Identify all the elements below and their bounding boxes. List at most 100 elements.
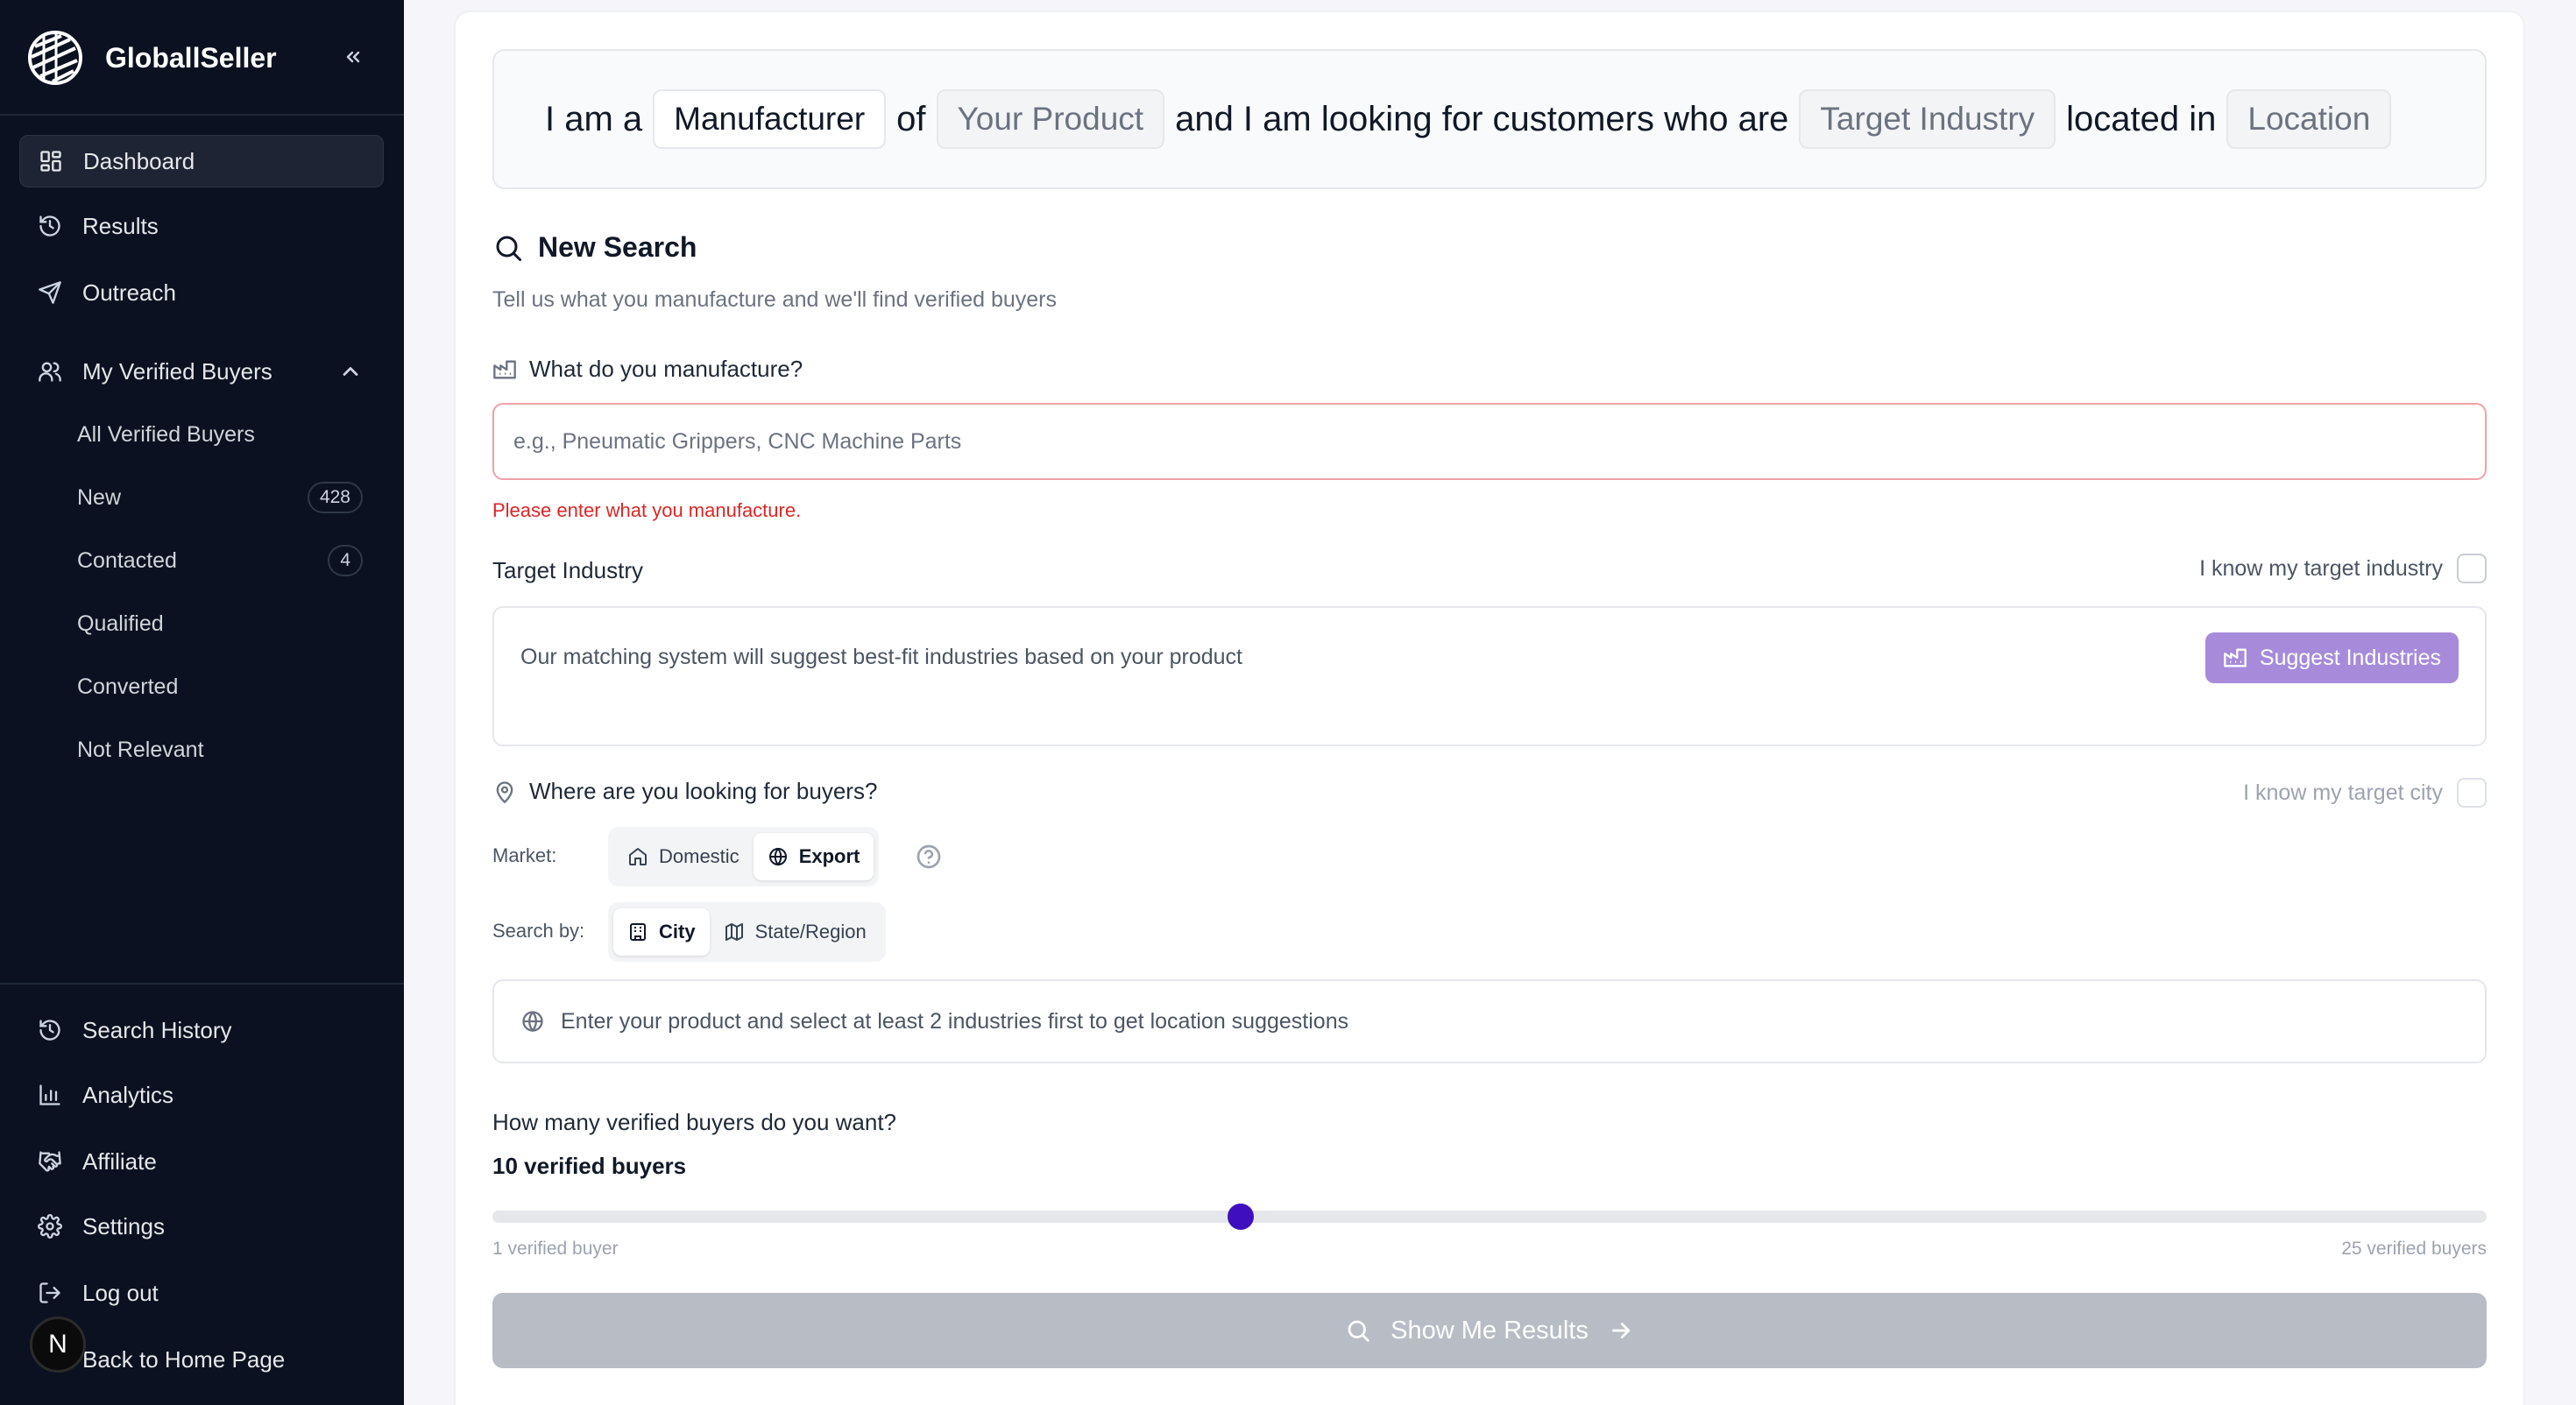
- sidebar-item-analytics[interactable]: Analytics: [19, 1069, 384, 1121]
- market-label: Market:: [492, 844, 557, 866]
- industry-hint: Our matching system will suggest best-fi…: [520, 645, 1242, 669]
- brand-name: GloballSeller: [105, 41, 277, 74]
- sidebar-item-results[interactable]: Results: [19, 200, 384, 252]
- search-by-option-label: State/Region: [754, 921, 867, 943]
- manufacture-label: What do you manufacture?: [492, 356, 803, 383]
- sidebar-item-label: My Verified Buyers: [82, 357, 272, 385]
- sidebar-divider: [0, 114, 404, 116]
- manufacture-error: Please enter what you manufacture.: [492, 499, 802, 521]
- target-industry-label-text: Target Industry: [492, 557, 643, 583]
- know-city-label: I know my target city: [2243, 780, 2443, 805]
- map-icon: [725, 923, 743, 941]
- quantity-value: 10 verified buyers: [492, 1153, 687, 1179]
- sentence-text: of: [896, 99, 926, 138]
- industry-suggestion-box: Our matching system will suggest best-fi…: [492, 606, 2487, 746]
- handshake-icon: [37, 1148, 63, 1175]
- buyers-count-slider[interactable]: [492, 1204, 2487, 1230]
- market-export-option[interactable]: Export: [753, 833, 874, 880]
- section-subtitle: Tell us what you manufacture and we'll f…: [492, 287, 1057, 312]
- logout-icon: [37, 1280, 63, 1306]
- sidebar-subitem-contacted[interactable]: Contacted 4: [19, 534, 384, 587]
- show-results-label: Show Me Results: [1391, 1316, 1589, 1345]
- brand[interactable]: GloballSeller: [26, 26, 277, 89]
- sidebar-item-label: Dashboard: [83, 147, 195, 174]
- slider-max-label: 25 verified buyers: [2341, 1239, 2487, 1259]
- sidebar-subitem-label: New: [77, 484, 122, 510]
- suggest-industries-label: Suggest Industries: [2259, 645, 2441, 670]
- search-by-segmented-control: City State/Region: [608, 902, 886, 962]
- sidebar-item-label: Back to Home Page: [82, 1345, 286, 1373]
- sidebar-item-search-history[interactable]: Search History: [19, 1004, 384, 1056]
- manufacture-input[interactable]: [492, 403, 2487, 480]
- show-results-button[interactable]: Show Me Results: [492, 1293, 2487, 1368]
- suggest-industries-button[interactable]: Suggest Industries: [2204, 632, 2459, 683]
- sidebar-subitem-label: Converted: [77, 674, 179, 699]
- know-industry-toggle[interactable]: I know my target industry: [2199, 554, 2487, 583]
- sidebar-item-affiliate[interactable]: Affiliate: [19, 1135, 384, 1188]
- know-industry-checkbox[interactable]: [2457, 554, 2487, 583]
- collapse-sidebar-button[interactable]: [338, 42, 368, 72]
- sidebar-subitem-label: Contacted: [77, 547, 177, 573]
- sidebar-item-label: Search History: [82, 1016, 232, 1043]
- location-label: Where are you looking for buyers?: [492, 778, 877, 805]
- sidebar-item-label: Settings: [82, 1212, 165, 1239]
- sidebar-subitem-qualified[interactable]: Qualified: [19, 597, 384, 650]
- sidebar-item-label: Outreach: [82, 279, 176, 306]
- chevron-up-icon: [343, 367, 358, 376]
- gear-icon: [37, 1213, 63, 1239]
- sidebar-subitem-not-relevant[interactable]: Not Relevant: [19, 724, 384, 776]
- market-domestic-option[interactable]: Domestic: [613, 833, 754, 880]
- search-by-state-option[interactable]: State/Region: [710, 908, 881, 956]
- sidebar-item-dashboard[interactable]: Dashboard: [19, 135, 384, 187]
- target-industry-label: Target Industry: [492, 557, 643, 584]
- sidebar-group-verified-buyers[interactable]: My Verified Buyers: [19, 345, 384, 398]
- sidebar-item-settings[interactable]: Settings: [19, 1200, 384, 1253]
- chevrons-left-icon: [346, 51, 360, 63]
- globe-icon: [522, 1011, 543, 1033]
- market-option-label: Domestic: [659, 845, 740, 867]
- section-title-text: New Search: [538, 231, 697, 263]
- slider-thumb[interactable]: [1227, 1204, 1254, 1230]
- search-by-option-label: City: [659, 921, 696, 943]
- globe-logo-icon: [28, 31, 82, 85]
- sidebar-subitem-label: Not Relevant: [77, 737, 204, 762]
- know-industry-label: I know my target industry: [2199, 555, 2443, 581]
- search-icon: [496, 236, 521, 261]
- search-by-city-option[interactable]: City: [613, 908, 710, 956]
- help-circle-icon[interactable]: [915, 843, 943, 871]
- home-icon: [629, 848, 647, 865]
- sentence-text: located in: [2066, 99, 2217, 138]
- location-suggestion-box: Enter your product and select at least 2…: [492, 979, 2487, 1063]
- sidebar-item-label: Results: [82, 212, 159, 239]
- sidebar-item-outreach[interactable]: Outreach: [19, 266, 384, 319]
- slider-fill: [492, 1211, 1241, 1223]
- know-city-toggle[interactable]: I know my target city: [2243, 778, 2487, 808]
- industry-chip[interactable]: Target Industry: [1799, 89, 2056, 149]
- know-city-checkbox[interactable]: [2457, 778, 2487, 808]
- send-icon: [37, 279, 63, 306]
- users-icon: [37, 358, 63, 385]
- count-badge: 428: [307, 482, 363, 513]
- sidebar-subitem-all-verified-buyers[interactable]: All Verified Buyers: [19, 408, 384, 461]
- avatar[interactable]: N: [30, 1317, 86, 1373]
- sidebar-item-label: Affiliate: [82, 1147, 157, 1175]
- sidebar-divider: [0, 983, 404, 985]
- search-by-label: Search by:: [492, 920, 585, 942]
- building-icon: [630, 923, 646, 941]
- search-summary-sentence: I am a Manufacturer of Your Product and …: [492, 49, 2487, 189]
- product-chip[interactable]: Your Product: [936, 89, 1165, 149]
- history-icon: [37, 1017, 63, 1043]
- market-segmented-control: Domestic Export: [608, 827, 880, 886]
- sidebar-item-label: Log out: [82, 1279, 159, 1306]
- manufacture-label-text: What do you manufacture?: [529, 356, 803, 382]
- sidebar-item-log-out[interactable]: Log out: [19, 1267, 384, 1319]
- sidebar-subitem-new[interactable]: New 428: [19, 471, 384, 524]
- location-label-text: Where are you looking for buyers?: [529, 778, 878, 804]
- history-icon: [37, 213, 63, 239]
- count-badge: 4: [328, 545, 363, 576]
- factory-icon: [493, 360, 516, 378]
- location-chip[interactable]: Location: [2226, 89, 2392, 149]
- role-chip[interactable]: Manufacturer: [653, 89, 887, 149]
- sidebar-subitem-converted[interactable]: Converted: [19, 660, 384, 713]
- slider-min-label: 1 verified buyer: [492, 1239, 619, 1259]
